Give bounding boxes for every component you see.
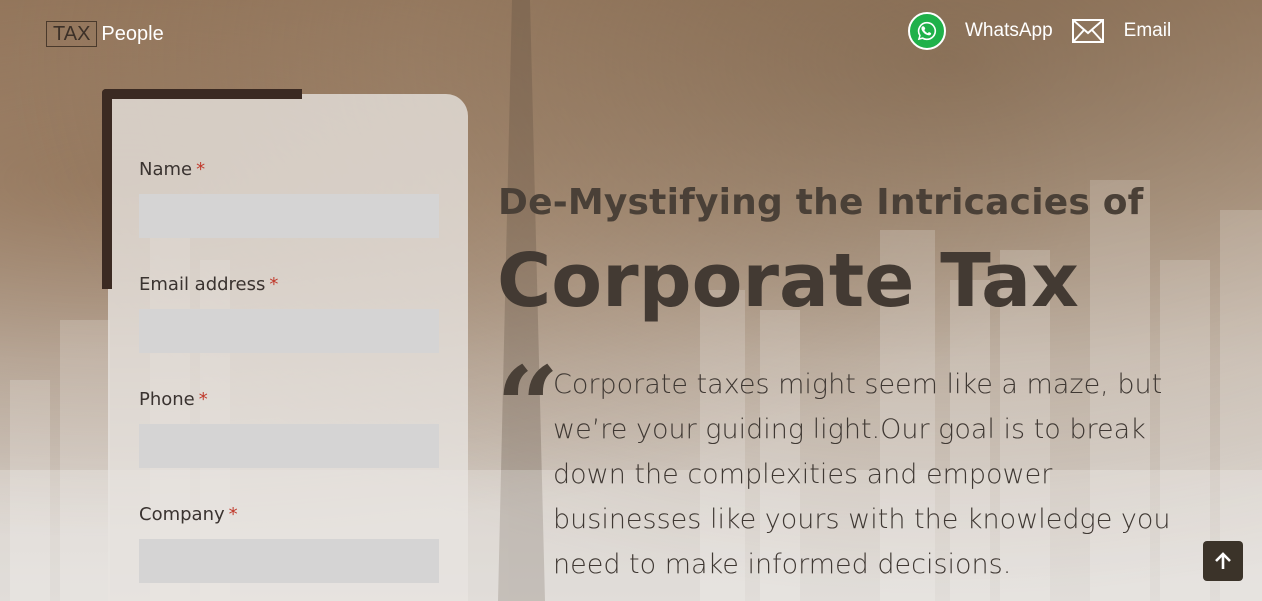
phone-input[interactable] <box>139 424 439 468</box>
hero-title: Corporate Tax <box>497 238 1079 324</box>
phone-label: Phone * <box>139 389 208 410</box>
site-logo[interactable]: TAX People <box>46 21 164 47</box>
contact-form: Name * Email address * Phone * Company * <box>102 89 468 601</box>
top-contact-nav: WhatsApp Email <box>908 12 1171 50</box>
hero-subtitle: De-Mystifying the Intricacies of <box>498 182 1144 223</box>
scroll-to-top-button[interactable] <box>1203 541 1243 581</box>
logo-tax-box: TAX <box>46 21 98 47</box>
email-link[interactable]: Email <box>1124 20 1172 42</box>
whatsapp-icon[interactable] <box>908 12 946 50</box>
company-input[interactable] <box>139 539 439 583</box>
required-marker: * <box>228 504 238 525</box>
whatsapp-link[interactable]: WhatsApp <box>965 20 1053 42</box>
mail-icon[interactable] <box>1071 19 1104 43</box>
logo-people-text: People <box>101 22 164 45</box>
form-corner-accent <box>102 89 302 289</box>
company-label: Company * <box>139 504 238 525</box>
arrow-up-icon <box>1215 552 1231 569</box>
required-marker: * <box>198 389 208 410</box>
quote-mark-icon: “ <box>496 342 560 471</box>
email-input[interactable] <box>139 309 439 353</box>
hero-description: Corporate taxes might seem like a maze, … <box>553 369 1171 580</box>
